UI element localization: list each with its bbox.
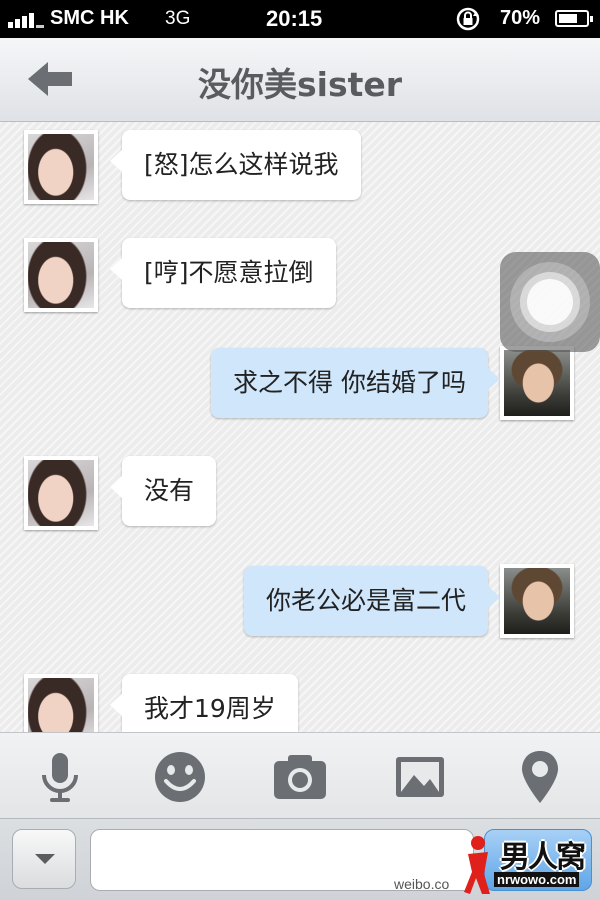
battery-icon — [555, 10, 593, 27]
assistive-touch-button[interactable] — [500, 252, 600, 352]
microphone-icon[interactable] — [30, 747, 90, 807]
navigation-bar: 没你美sister — [0, 38, 600, 122]
logo-figure-icon — [464, 836, 490, 894]
expand-button[interactable] — [12, 829, 76, 889]
incoming-message-bubble[interactable]: [哼]不愿意拉倒 — [110, 238, 336, 308]
contact-avatar[interactable] — [24, 238, 98, 312]
my-avatar[interactable] — [500, 564, 574, 638]
signal-icon — [8, 10, 48, 28]
emoji-icon[interactable] — [150, 747, 210, 807]
rotation-lock-icon — [456, 7, 480, 31]
attachment-toolbar — [0, 732, 600, 818]
chat-title: 没你美sister — [197, 65, 403, 104]
contact-avatar[interactable] — [24, 130, 98, 204]
status-bar: SMC HK 3G 20:15 70% — [0, 0, 600, 38]
chevron-down-icon — [35, 854, 55, 864]
chat-message-list[interactable]: [怒]怎么这样说我 [哼]不愿意拉倒 求之不得 你结婚了吗 没有 你老公必是富二… — [0, 122, 600, 732]
clock: 20:15 — [266, 6, 323, 31]
battery-percent: 70% — [500, 7, 541, 29]
site-logo: 男人窝 nrwowo.com — [460, 832, 596, 898]
incoming-message-bubble[interactable]: 没有 — [109, 456, 217, 526]
location-pin-icon[interactable] — [510, 747, 570, 807]
source-watermark: weibo.co — [394, 876, 450, 892]
outgoing-message-bubble[interactable]: 你老公必是富二代 — [243, 566, 501, 636]
outgoing-message-bubble[interactable]: 求之不得 你结婚了吗 — [211, 348, 500, 418]
my-avatar[interactable] — [500, 346, 574, 420]
network-type: 3G — [165, 8, 191, 29]
logo-url: nrwowo.com — [494, 872, 580, 887]
camera-icon[interactable] — [270, 747, 330, 807]
logo-name: 男人窝 — [500, 840, 586, 875]
carrier-name: SMC HK — [50, 7, 129, 29]
incoming-message-bubble[interactable]: [怒]怎么这样说我 — [110, 130, 361, 200]
contact-avatar[interactable] — [24, 456, 98, 530]
contact-avatar[interactable] — [24, 674, 98, 732]
incoming-message-bubble[interactable]: 我才19周岁 — [110, 674, 298, 732]
photo-album-icon[interactable] — [390, 747, 450, 807]
